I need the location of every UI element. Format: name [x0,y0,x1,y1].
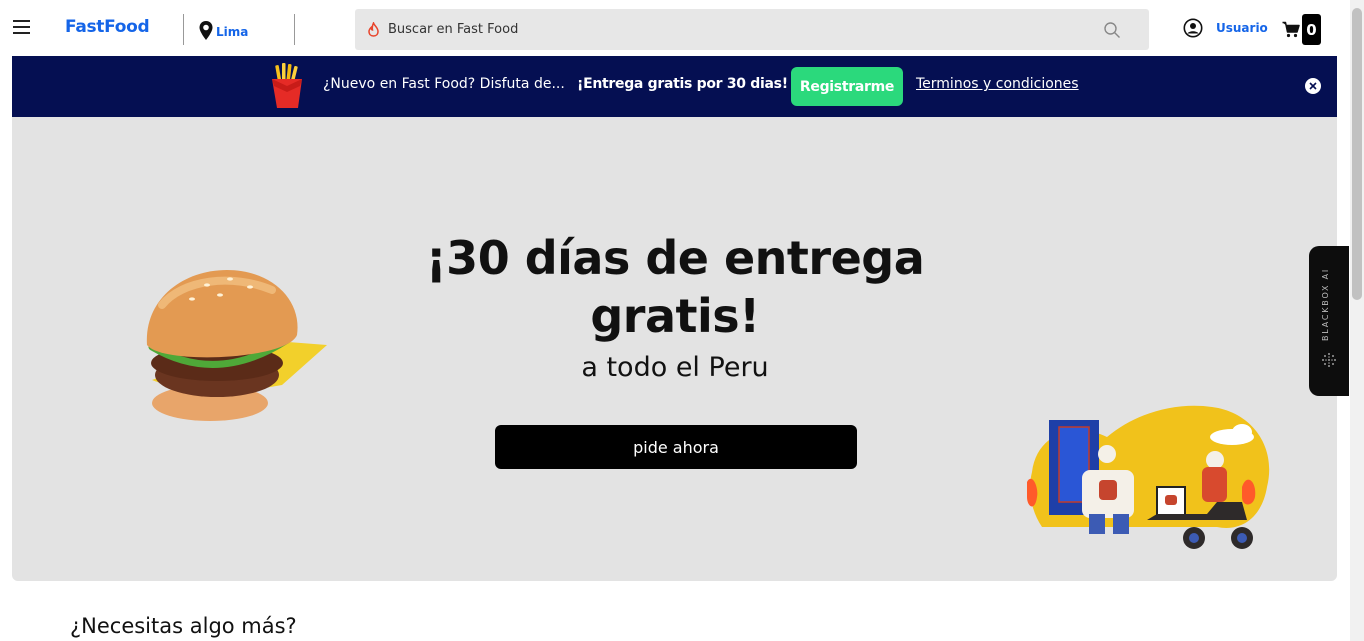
burger-illustration [146,270,327,421]
flame-icon [368,22,379,37]
hero-section: ¡30 días de entrega gratis! a todo el Pe… [12,117,1337,581]
fries-illustration [272,63,302,108]
search-bar[interactable] [355,9,1149,50]
menu-icon[interactable] [13,20,30,35]
cart-button[interactable]: 0 [1282,14,1321,45]
user-icon [1183,18,1203,38]
dots-logo-icon [1322,353,1336,367]
register-button[interactable]: Registrarme [791,67,903,106]
promo-text: ¿Nuevo en Fast Food? Disfuta de... [323,76,565,92]
brand-logo[interactable]: FastFood [65,17,150,37]
scrollbar-thumb[interactable] [1352,8,1362,300]
close-banner-button[interactable] [1305,78,1321,94]
divider [294,14,295,45]
terms-link[interactable]: Terminos y condiciones [916,76,1079,92]
order-now-button[interactable]: pide ahora [495,425,857,469]
blackbox-ai-widget[interactable]: BLACKBOX AI [1309,246,1349,396]
divider [183,14,184,45]
search-icon[interactable] [1103,21,1121,39]
location-pin-icon [199,20,213,40]
promo-banner: ¿Nuevo en Fast Food? Disfuta de... ¡Entr… [12,56,1337,117]
top-header: FastFood Lima Usuario 0 [0,0,1350,56]
user-label: Usuario [1216,21,1268,35]
user-menu[interactable]: Usuario [1183,18,1268,38]
hero-subtitle: a todo el Peru [581,352,769,383]
hero-title: ¡30 días de entrega gratis! [425,231,925,343]
cart-icon [1282,21,1300,38]
section-title: ¿Necesitas algo más? [70,614,297,638]
delivery-illustration [1027,405,1270,549]
page-scrollbar[interactable] [1350,0,1364,641]
close-icon [1309,82,1317,90]
widget-label: BLACKBOX AI [1321,268,1330,342]
location-selector[interactable]: Lima [198,19,248,41]
location-label: Lima [216,25,249,39]
search-input[interactable] [388,9,1088,50]
promo-highlight: ¡Entrega gratis por 30 dias! [577,76,788,92]
cart-count-badge: 0 [1302,14,1321,45]
